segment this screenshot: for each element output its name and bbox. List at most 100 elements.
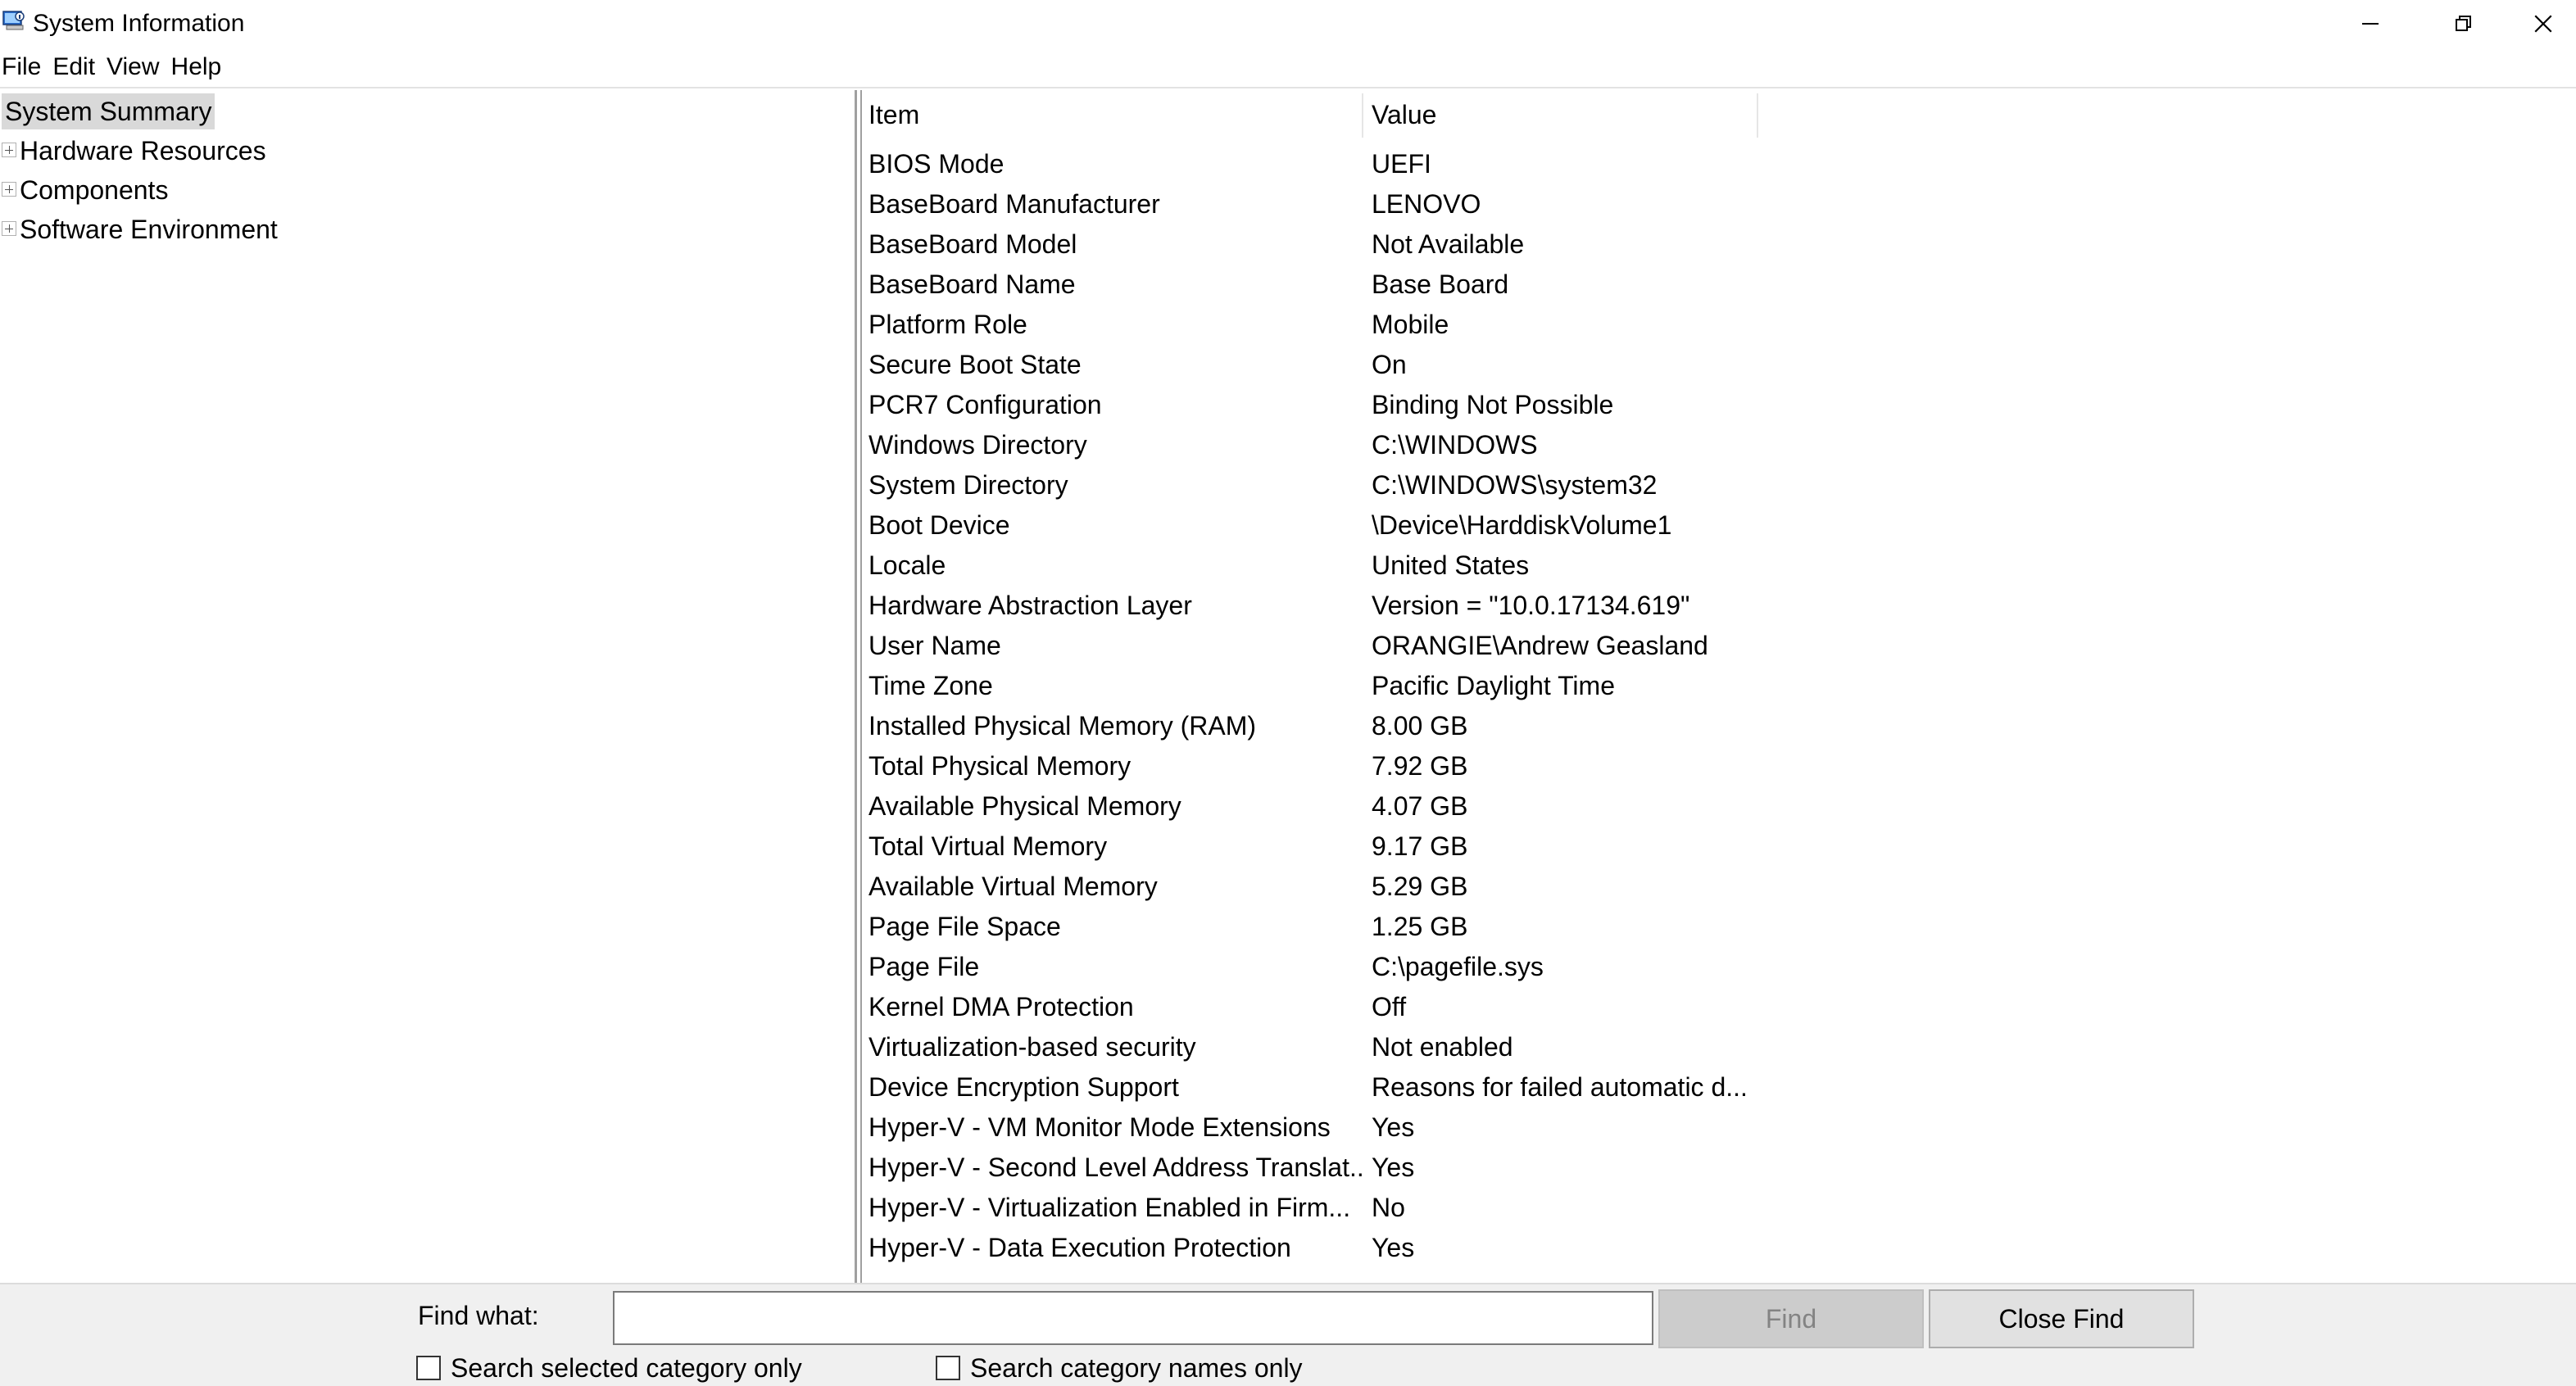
column-divider[interactable] (1757, 93, 1758, 138)
search-selected-option[interactable]: Search selected category only (416, 1350, 802, 1386)
row-value: No (1372, 1193, 1405, 1222)
column-divider[interactable] (1362, 93, 1363, 138)
row-value: C:\pagefile.sys (1372, 952, 1544, 981)
column-header-value[interactable]: Value (1372, 97, 1436, 133)
column-header-item[interactable]: Item (868, 97, 919, 133)
table-row[interactable]: Windows Directory C:\WINDOWS (862, 425, 2576, 465)
expand-icon[interactable] (2, 182, 16, 197)
row-item: Virtualization-based security (868, 1032, 1196, 1062)
table-row[interactable]: BaseBoard Manufacturer LENOVO (862, 184, 2576, 224)
table-row[interactable]: Hyper-V - Second Level Address Translat.… (862, 1148, 2576, 1188)
table-row[interactable]: Time Zone Pacific Daylight Time (862, 666, 2576, 706)
tree-item-components[interactable]: Components (20, 172, 168, 208)
table-row[interactable]: Virtualization-based security Not enabled (862, 1027, 2576, 1067)
row-item: Hyper-V - Data Execution Protection (868, 1233, 1291, 1262)
row-item: Boot Device (868, 510, 1010, 540)
table-row[interactable]: Locale United States (862, 546, 2576, 586)
table-row[interactable]: Page File C:\pagefile.sys (862, 947, 2576, 987)
menu-bar: File Edit View Help (0, 48, 2576, 87)
tree-item-software-environment[interactable]: Software Environment (20, 211, 278, 247)
find-button[interactable]: Find (1658, 1289, 1924, 1348)
row-value: Yes (1372, 1112, 1415, 1142)
row-item: Page File Space (868, 912, 1061, 941)
category-tree[interactable]: System Summary Hardware Resources Compon… (0, 90, 857, 1283)
table-row[interactable]: Total Physical Memory 7.92 GB (862, 746, 2576, 786)
search-names-checkbox[interactable] (936, 1356, 960, 1380)
table-row[interactable]: Available Physical Memory 4.07 GB (862, 786, 2576, 827)
table-row[interactable]: BaseBoard Model Not Available (862, 224, 2576, 265)
expand-icon[interactable] (2, 221, 16, 236)
table-row[interactable]: Page File Space 1.25 GB (862, 907, 2576, 947)
row-item: Available Virtual Memory (868, 872, 1158, 901)
row-item: Available Physical Memory (868, 791, 1181, 821)
table-row[interactable]: Hyper-V - Virtualization Enabled in Firm… (862, 1188, 2576, 1228)
minimize-icon (2362, 23, 2379, 25)
row-value: 9.17 GB (1372, 831, 1468, 861)
row-value: On (1372, 350, 1407, 379)
table-row[interactable]: Hyper-V - VM Monitor Mode Extensions Yes (862, 1107, 2576, 1148)
table-row[interactable]: Available Virtual Memory 5.29 GB (862, 867, 2576, 907)
row-item: Locale (868, 550, 946, 580)
expand-icon[interactable] (2, 143, 16, 157)
row-value: UEFI (1372, 149, 1431, 179)
menu-divider (0, 87, 2576, 88)
row-value: Not enabled (1372, 1032, 1513, 1062)
table-row[interactable]: System Directory C:\WINDOWS\system32 (862, 465, 2576, 505)
row-value: Reasons for failed automatic d... (1372, 1072, 1748, 1102)
row-value: 8.00 GB (1372, 711, 1468, 741)
find-input[interactable] (613, 1291, 1653, 1345)
table-row[interactable]: Platform Role Mobile (862, 305, 2576, 345)
table-row[interactable]: Hyper-V - Data Execution Protection Yes (862, 1228, 2576, 1268)
row-item: Secure Boot State (868, 350, 1082, 379)
row-item: BIOS Mode (868, 149, 1005, 179)
table-row[interactable]: BaseBoard Name Base Board (862, 265, 2576, 305)
tree-item-hardware-resources[interactable]: Hardware Resources (20, 133, 266, 169)
row-value: Not Available (1372, 229, 1525, 259)
row-value: Version = "10.0.17134.619" (1372, 591, 1690, 620)
menu-view[interactable]: View (105, 53, 162, 81)
row-item: Hyper-V - VM Monitor Mode Extensions (868, 1112, 1331, 1142)
table-row[interactable]: Kernel DMA Protection Off (862, 987, 2576, 1027)
minimize-button[interactable] (2324, 0, 2417, 48)
row-value: Mobile (1372, 310, 1449, 339)
table-row[interactable]: Boot Device \Device\HarddiskVolume1 (862, 505, 2576, 546)
close-icon (2534, 15, 2552, 33)
menu-help[interactable]: Help (170, 53, 225, 81)
close-button[interactable] (2510, 0, 2576, 48)
table-row[interactable]: Installed Physical Memory (RAM) 8.00 GB (862, 706, 2576, 746)
row-value: 5.29 GB (1372, 872, 1468, 901)
menu-file[interactable]: File (0, 53, 44, 81)
row-item: BaseBoard Model (868, 229, 1077, 259)
row-item: Device Encryption Support (868, 1072, 1179, 1102)
row-value: \Device\HarddiskVolume1 (1372, 510, 1672, 540)
tree-item-system-summary[interactable]: System Summary (2, 93, 215, 129)
table-row[interactable]: PCR7 Configuration Binding Not Possible (862, 385, 2576, 425)
search-selected-label: Search selected category only (451, 1353, 802, 1383)
table-row[interactable]: User Name ORANGIE\Andrew Geasland (862, 626, 2576, 666)
table-row[interactable]: Device Encryption Support Reasons for fai… (862, 1067, 2576, 1107)
row-value: 4.07 GB (1372, 791, 1468, 821)
row-item: Platform Role (868, 310, 1027, 339)
row-item: BaseBoard Name (868, 270, 1076, 299)
row-value: Base Board (1372, 270, 1509, 299)
row-item: Time Zone (868, 671, 993, 700)
table-row[interactable]: Secure Boot State On (862, 345, 2576, 385)
restore-button[interactable] (2417, 0, 2510, 48)
row-item: Hardware Abstraction Layer (868, 591, 1192, 620)
table-row[interactable]: Total Virtual Memory 9.17 GB (862, 827, 2576, 867)
window-title: System Information (33, 10, 245, 37)
search-selected-checkbox[interactable] (416, 1356, 441, 1380)
title-bar: System Information (0, 0, 2576, 48)
row-item: Windows Directory (868, 430, 1087, 460)
row-item: Page File (868, 952, 980, 981)
close-find-button[interactable]: Close Find (1929, 1289, 2194, 1348)
menu-edit[interactable]: Edit (51, 53, 98, 81)
table-row[interactable]: Hardware Abstraction Layer Version = "10.… (862, 586, 2576, 626)
row-value: Pacific Daylight Time (1372, 671, 1615, 700)
row-item: System Directory (868, 470, 1068, 500)
table-row[interactable]: BIOS Mode UEFI (862, 144, 2576, 184)
row-item: Hyper-V - Second Level Address Translat.… (868, 1153, 1363, 1182)
search-names-option[interactable]: Search category names only (936, 1350, 1303, 1386)
row-value: Off (1372, 992, 1407, 1021)
details-list[interactable]: Item Value BIOS Mode UEFI BaseBoard Manufa… (860, 90, 2576, 1283)
